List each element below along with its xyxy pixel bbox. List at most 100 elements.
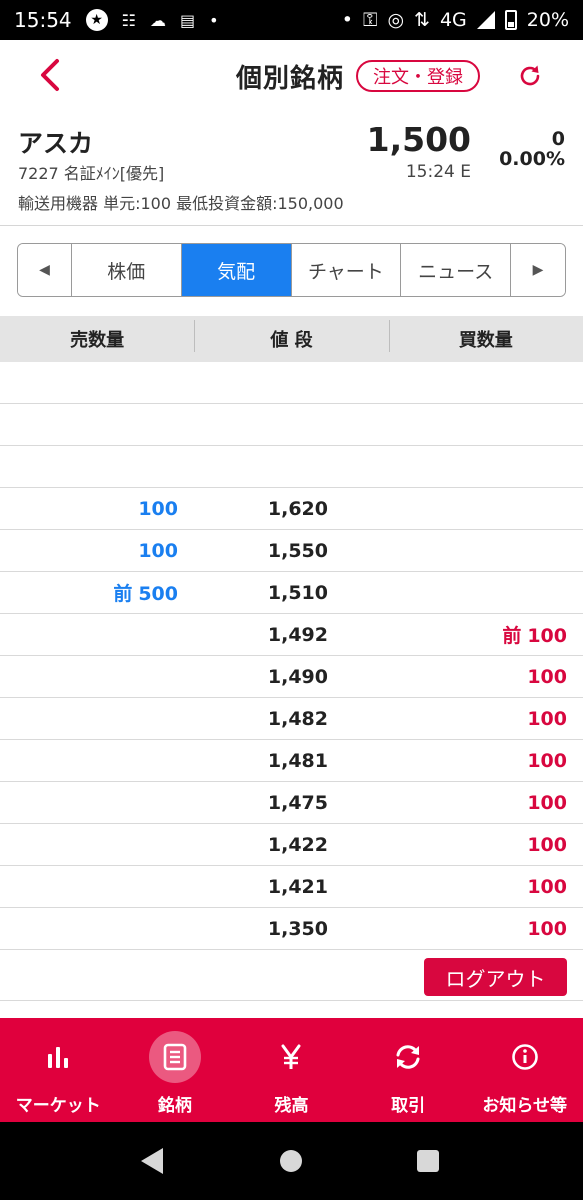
price: 1,492 [267, 623, 328, 646]
board-row: 1,422 100 [0, 824, 583, 866]
stock-sector-info: 輸送用機器 単元:100 最低投資金額:150,000 [18, 194, 344, 213]
buy-qty: 100 [328, 792, 567, 814]
price: 1,490 [267, 665, 328, 688]
buy-qty: 100 [328, 666, 567, 688]
buy-value: 100 [527, 625, 567, 647]
sell-qty [0, 666, 178, 688]
tab-stock-price[interactable]: 株価 [71, 244, 182, 296]
price: 1,350 [267, 917, 328, 940]
stock-price: 1,500 [366, 120, 471, 159]
system-recents-icon[interactable] [417, 1150, 439, 1172]
sell-qty: 100 [0, 498, 178, 520]
nav-item-stock[interactable]: 銘柄 [117, 1018, 234, 1122]
buy-value: 100 [527, 665, 567, 688]
tab-news[interactable]: ニュース [401, 244, 512, 296]
nav-item-market[interactable]: マーケット [0, 1018, 117, 1122]
buy-qty [328, 372, 567, 394]
sell-value: 100 [138, 539, 178, 562]
price: 1,482 [267, 707, 328, 730]
buy-value: 100 [527, 749, 567, 772]
network-type: 4G [439, 9, 467, 31]
buy-qty [328, 540, 567, 562]
bar-chart-icon [32, 1031, 84, 1083]
nav-item-trade[interactable]: 取引 [350, 1018, 467, 1122]
header-sell-qty: 売数量 [70, 330, 125, 351]
nav-item-balance[interactable]: 残高 [233, 1018, 350, 1122]
back-chevron-icon[interactable] [38, 58, 62, 92]
header-price: 値 段 [194, 320, 388, 352]
bottom-nav: マーケット 銘柄 残高 取引 お知らせ等 [0, 1018, 583, 1122]
board-header: 売数量 値 段 買数量 [0, 316, 583, 362]
system-nav-bar [0, 1122, 583, 1200]
board-row: 1,490 100 [0, 656, 583, 698]
status-right: • ⚿ ◎ ⇅ 4G 20% [342, 9, 569, 31]
sell-qty [0, 750, 178, 772]
cart-notification-icon: ▤ [179, 10, 196, 30]
board-row [0, 404, 583, 446]
sell-qty [0, 918, 178, 940]
buy-qty: 前 100 [328, 621, 567, 648]
tab-prev-arrow[interactable]: ◀ [18, 244, 72, 296]
stock-code-market: 7227 名証ﾒｲﾝ[優先] [18, 164, 165, 183]
hotspot-icon: ◎ [387, 9, 405, 31]
price: 1,421 [267, 875, 328, 898]
board-row [0, 362, 583, 404]
data-arrows-icon: ⇅ [414, 9, 430, 31]
buy-prefix: 前 [502, 625, 522, 647]
buy-qty [328, 582, 567, 604]
notification-icons: ★ ☷ ☁ ▤ • [85, 9, 219, 31]
system-back-icon[interactable] [141, 1148, 163, 1174]
board-row: 100 1,620 [0, 488, 583, 530]
sell-value: 100 [138, 497, 178, 520]
nav-label: お知らせ等 [482, 1096, 567, 1116]
order-register-button[interactable]: 注文・登録 [356, 60, 480, 92]
price: 1,475 [267, 791, 328, 814]
status-bar: 15:54 ★ ☷ ☁ ▤ • • ⚿ ◎ ⇅ 4G 20% [0, 0, 583, 40]
info-tabs: ◀ 株価 気配 チャート ニュース ▶ [17, 243, 566, 297]
sell-value: 500 [138, 583, 178, 605]
signal-icon [476, 11, 495, 29]
buy-qty [328, 498, 567, 520]
board-row: 100 1,550 [0, 530, 583, 572]
star-notification-icon: ★ [85, 9, 108, 31]
buy-value: 100 [527, 791, 567, 814]
board-row: 前 500 1,510 [0, 572, 583, 614]
buy-qty: 100 [328, 834, 567, 856]
header-buy-qty: 買数量 [388, 320, 583, 352]
board-row: 1,475 100 [0, 782, 583, 824]
system-home-icon[interactable] [280, 1150, 302, 1172]
nav-item-notices[interactable]: お知らせ等 [466, 1018, 583, 1122]
status-time: 15:54 [14, 8, 72, 32]
stock-name: アスカ [18, 129, 94, 158]
sell-qty [0, 372, 178, 394]
tab-next-arrow[interactable]: ▶ [511, 244, 565, 296]
yen-icon [265, 1031, 317, 1083]
price: 1,550 [267, 539, 328, 562]
sell-qty: 100 [0, 540, 178, 562]
dot-status-icon: • [341, 9, 353, 31]
buy-qty [328, 414, 567, 436]
nav-label: マーケット [15, 1096, 101, 1116]
info-icon [499, 1031, 551, 1083]
app-header: 個別銘柄 注文・登録 [0, 40, 583, 112]
price: 1,510 [267, 581, 328, 604]
divider [0, 225, 583, 226]
nav-label: 取引 [391, 1096, 426, 1116]
logout-button[interactable]: ログアウト [424, 958, 567, 996]
dot-notification-icon: • [209, 10, 219, 30]
buy-qty: 100 [328, 750, 567, 772]
buy-value: 100 [527, 917, 567, 940]
document-icon [148, 1031, 201, 1083]
nav-label: 銘柄 [157, 1096, 192, 1116]
battery-percent: 20% [526, 9, 569, 31]
sell-qty [0, 876, 178, 898]
sell-qty [0, 834, 178, 856]
tab-chart[interactable]: チャート [291, 244, 402, 296]
buy-value: 100 [527, 875, 567, 898]
stock-price-time: 15:24 E [405, 162, 471, 182]
refresh-icon[interactable] [516, 62, 544, 90]
board-row: 1,482 100 [0, 698, 583, 740]
sell-qty: 前 500 [0, 579, 178, 606]
stock-change: 0 [551, 128, 565, 150]
tab-quote-board[interactable]: 気配 [181, 244, 292, 296]
